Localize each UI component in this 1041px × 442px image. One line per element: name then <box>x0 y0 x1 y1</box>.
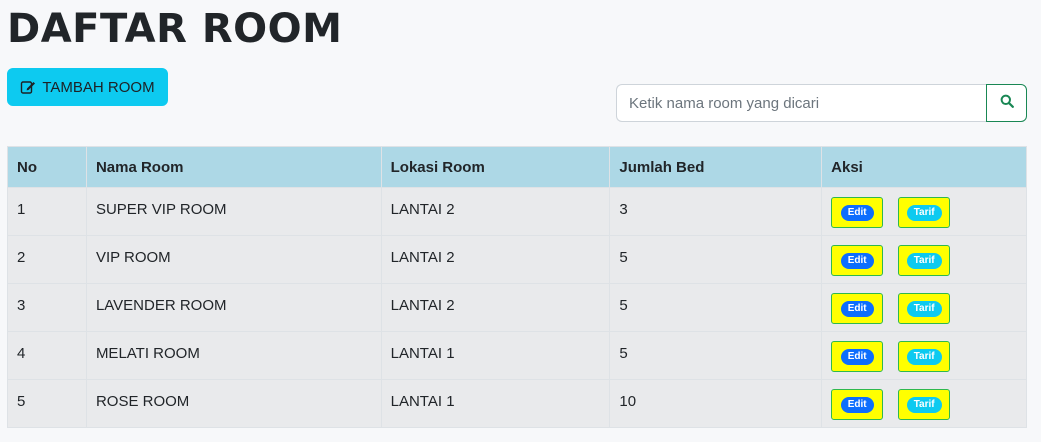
edit-button[interactable]: Edit <box>831 389 884 420</box>
cell-lokasi-room: LANTAI 2 <box>380 235 611 284</box>
column-header-aksi: Aksi <box>821 146 1027 188</box>
cell-nama-room: ROSE ROOM <box>85 379 382 428</box>
cell-aksi: Edit Tarif <box>821 187 1027 236</box>
cell-jumlah-bed: 5 <box>609 331 823 380</box>
cell-no: 4 <box>7 331 87 380</box>
cell-aksi: Edit Tarif <box>821 331 1027 380</box>
cell-aksi: Edit Tarif <box>821 379 1027 428</box>
cell-lokasi-room: LANTAI 2 <box>380 187 611 236</box>
tarif-button[interactable]: Tarif <box>898 197 951 228</box>
tarif-button[interactable]: Tarif <box>898 245 951 276</box>
tarif-button[interactable]: Tarif <box>898 389 951 420</box>
column-header-nama-room: Nama Room <box>85 146 382 188</box>
cell-jumlah-bed: 10 <box>609 379 823 428</box>
room-table: No Nama Room Lokasi Room Jumlah Bed Aksi… <box>7 146 1027 428</box>
edit-button[interactable]: Edit <box>831 293 884 324</box>
table-row: 2 VIP ROOM LANTAI 2 5 Edit Tarif <box>7 235 1027 284</box>
tarif-button[interactable]: Tarif <box>898 341 951 372</box>
add-room-label: TAMBAH ROOM <box>42 78 155 96</box>
cell-nama-room: MELATI ROOM <box>85 331 382 380</box>
edit-button[interactable]: Edit <box>831 341 884 372</box>
cell-no: 1 <box>7 187 87 236</box>
table-header-row: No Nama Room Lokasi Room Jumlah Bed Aksi <box>7 146 1027 188</box>
cell-jumlah-bed: 3 <box>609 187 823 236</box>
column-header-no: No <box>7 146 87 188</box>
page-title: DAFTAR ROOM <box>7 6 343 52</box>
tarif-badge: Tarif <box>906 204 942 221</box>
table-row: 5 ROSE ROOM LANTAI 1 10 Edit Tarif <box>7 379 1027 428</box>
table-row: 3 LAVENDER ROOM LANTAI 2 5 Edit Tarif <box>7 283 1027 332</box>
search-bar <box>616 84 1027 122</box>
table-row: 4 MELATI ROOM LANTAI 1 5 Edit Tarif <box>7 331 1027 380</box>
cell-nama-room: VIP ROOM <box>85 235 382 284</box>
edit-badge: Edit <box>840 300 874 317</box>
edit-badge: Edit <box>840 252 874 269</box>
column-header-lokasi-room: Lokasi Room <box>380 146 611 188</box>
cell-lokasi-room: LANTAI 1 <box>380 379 611 428</box>
tarif-badge: Tarif <box>906 396 942 413</box>
cell-lokasi-room: LANTAI 2 <box>380 283 611 332</box>
cell-no: 5 <box>7 379 87 428</box>
cell-nama-room: LAVENDER ROOM <box>85 283 382 332</box>
column-header-jumlah-bed: Jumlah Bed <box>609 146 823 188</box>
tarif-badge: Tarif <box>906 252 942 269</box>
cell-jumlah-bed: 5 <box>609 283 823 332</box>
search-input[interactable] <box>616 84 986 122</box>
cell-no: 2 <box>7 235 87 284</box>
search-icon <box>1000 94 1014 113</box>
cell-no: 3 <box>7 283 87 332</box>
cell-jumlah-bed: 5 <box>609 235 823 284</box>
add-room-button[interactable]: TAMBAH ROOM <box>7 68 168 106</box>
cell-aksi: Edit Tarif <box>821 235 1027 284</box>
tarif-button[interactable]: Tarif <box>898 293 951 324</box>
cell-nama-room: SUPER VIP ROOM <box>85 187 382 236</box>
edit-badge: Edit <box>840 396 874 413</box>
tarif-badge: Tarif <box>906 348 942 365</box>
edit-badge: Edit <box>840 348 874 365</box>
table-row: 1 SUPER VIP ROOM LANTAI 2 3 Edit Tarif <box>7 187 1027 236</box>
tarif-badge: Tarif <box>906 300 942 317</box>
edit-button[interactable]: Edit <box>831 245 884 276</box>
edit-icon <box>20 79 36 95</box>
cell-aksi: Edit Tarif <box>821 283 1027 332</box>
edit-button[interactable]: Edit <box>831 197 884 228</box>
search-button[interactable] <box>986 84 1027 122</box>
cell-lokasi-room: LANTAI 1 <box>380 331 611 380</box>
edit-badge: Edit <box>840 204 874 221</box>
